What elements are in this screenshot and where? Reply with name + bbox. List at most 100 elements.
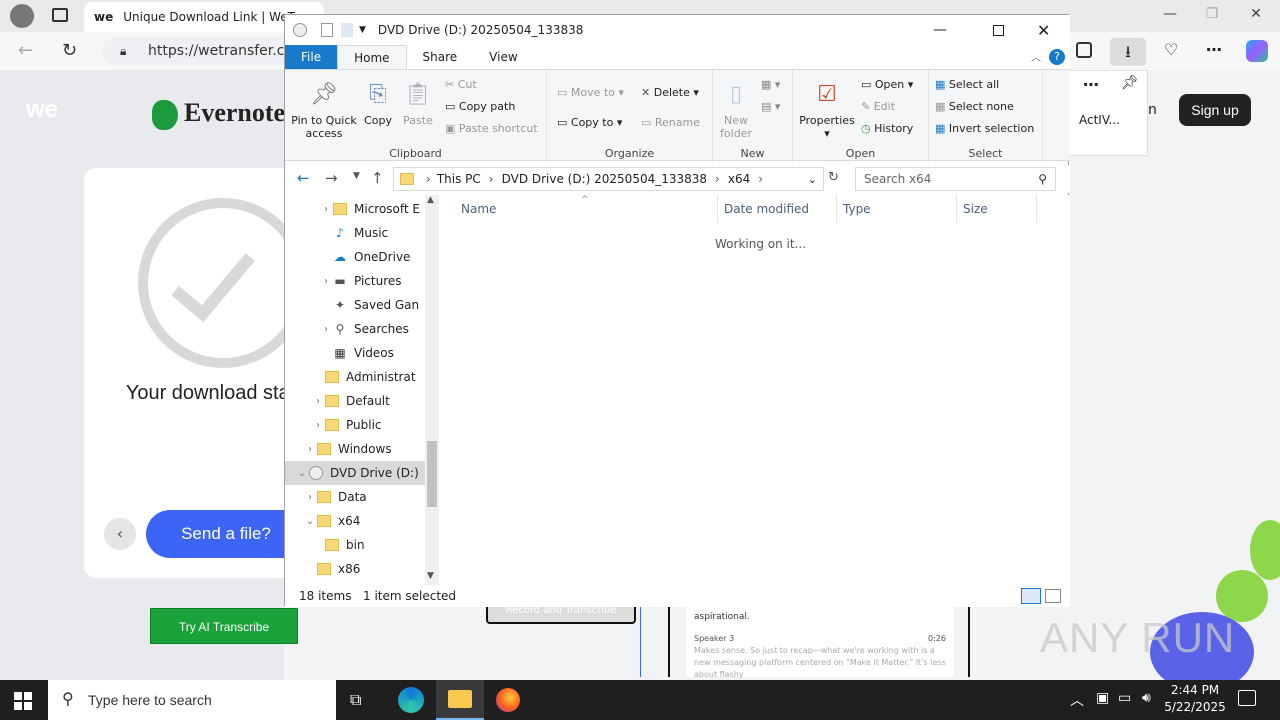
explorer-minimize-button[interactable]: — bbox=[933, 22, 947, 38]
column-size[interactable]: Size bbox=[957, 195, 1037, 223]
refresh-icon[interactable]: ↻ bbox=[828, 170, 839, 185]
copilot-icon[interactable] bbox=[1246, 40, 1268, 62]
select-none-button[interactable]: ▦ Select none bbox=[935, 100, 1014, 113]
nav-scroll-up[interactable]: ▲ bbox=[427, 195, 434, 205]
nav-up-icon[interactable]: ↑ bbox=[371, 169, 384, 187]
column-type[interactable]: Type bbox=[837, 195, 957, 223]
breadcrumb-x64[interactable]: x64 bbox=[728, 172, 750, 186]
nav-item[interactable]: x86 bbox=[285, 557, 425, 581]
expand-chevron-icon[interactable]: › bbox=[319, 204, 333, 215]
carousel-back-button[interactable]: ‹ bbox=[104, 518, 136, 550]
expand-chevron-icon[interactable]: › bbox=[311, 396, 325, 407]
edit-button[interactable]: ✎ Edit bbox=[861, 100, 895, 113]
copy-to-button[interactable]: ▭ Copy to ▾ bbox=[557, 116, 622, 129]
taskbar-clock[interactable]: 2:44 PM 5/22/2025 bbox=[1160, 682, 1230, 716]
nav-item[interactable]: › Windows bbox=[285, 437, 425, 461]
task-view-icon[interactable]: ⧉ bbox=[350, 690, 361, 710]
rename-button[interactable]: ▭ Rename bbox=[641, 116, 700, 129]
expand-chevron-icon[interactable]: › bbox=[303, 444, 317, 455]
address-dropdown-icon[interactable]: ⌄ bbox=[808, 173, 817, 186]
quick-access-properties-icon[interactable] bbox=[321, 23, 333, 37]
select-all-button[interactable]: ▦ Select all bbox=[935, 78, 999, 91]
expand-chevron-icon[interactable]: › bbox=[319, 324, 333, 335]
downloads-icon[interactable]: ⭳ bbox=[1110, 38, 1146, 66]
nav-item[interactable]: Administrat bbox=[285, 365, 425, 389]
nav-back-icon[interactable]: ← bbox=[297, 169, 310, 187]
expand-chevron-icon[interactable]: › bbox=[303, 492, 317, 503]
delete-button[interactable]: ✕ Delete ▾ bbox=[641, 86, 699, 99]
cut-button[interactable]: ✂ Cut bbox=[445, 78, 477, 91]
history-button[interactable]: ◷ History bbox=[861, 122, 913, 135]
pin-icon[interactable]: 📌︎ bbox=[1121, 75, 1139, 91]
tray-app-icon[interactable]: ▣ bbox=[1096, 690, 1109, 706]
nav-item[interactable]: bin bbox=[285, 533, 425, 557]
notifications-icon[interactable] bbox=[1238, 690, 1256, 706]
volume-icon[interactable]: 🔊︎ bbox=[1142, 690, 1151, 706]
more-icon[interactable]: ⋯ bbox=[1083, 75, 1099, 94]
nav-item[interactable]: › ▬ Pictures bbox=[285, 269, 425, 293]
send-file-button[interactable]: Send a file? bbox=[146, 510, 306, 558]
profile-icon[interactable] bbox=[10, 4, 34, 28]
quick-access-new-folder-icon[interactable] bbox=[341, 23, 353, 37]
tab-home[interactable]: Home bbox=[337, 45, 407, 69]
explorer-search-input[interactable]: Search x64 ⚲ bbox=[855, 167, 1056, 191]
breadcrumb-this-pc[interactable]: This PC bbox=[437, 172, 481, 186]
collections-icon[interactable] bbox=[1076, 42, 1092, 58]
nav-item[interactable]: › ⚲ Searches bbox=[285, 317, 425, 341]
pin-quick-access-button[interactable]: 📌︎ Pin to Quick access bbox=[289, 80, 359, 140]
browser-essentials-icon[interactable]: ♡ bbox=[1164, 40, 1178, 59]
more-menu-icon[interactable]: ⋯ bbox=[1206, 40, 1222, 59]
browser-minimize-button[interactable]: — bbox=[1150, 6, 1190, 26]
back-icon[interactable]: ← bbox=[18, 40, 33, 61]
nav-item[interactable]: ✦ Saved Gan bbox=[285, 293, 425, 317]
tab-view[interactable]: View bbox=[473, 45, 533, 69]
nav-scroll-thumb[interactable] bbox=[427, 441, 437, 507]
tab-share[interactable]: Share bbox=[407, 45, 474, 69]
recent-locations-icon[interactable]: ▼ bbox=[353, 171, 360, 181]
new-item-button[interactable]: ▦ ▾ bbox=[761, 78, 780, 91]
explorer-close-button[interactable]: ✕ bbox=[1037, 21, 1050, 40]
nav-item[interactable]: ☁ OneDrive bbox=[285, 245, 425, 269]
expand-chevron-icon[interactable]: › bbox=[311, 420, 325, 431]
invert-selection-button[interactable]: ▦ Invert selection bbox=[935, 122, 1034, 135]
browser-restore-button[interactable]: ❐ bbox=[1192, 6, 1232, 26]
refresh-icon[interactable]: ↻ bbox=[62, 40, 77, 61]
nav-item[interactable]: › Data bbox=[285, 485, 425, 509]
details-view-icon[interactable] bbox=[1021, 588, 1041, 604]
open-button[interactable]: ▭ Open ▾ bbox=[861, 78, 913, 91]
try-ai-transcribe-button[interactable]: Try AI Transcribe bbox=[150, 608, 298, 644]
paste-button[interactable]: 📋︎ Paste bbox=[401, 80, 435, 127]
paste-shortcut-button[interactable]: ▣ Paste shortcut bbox=[445, 122, 538, 135]
taskbar-search-input[interactable]: ⚲ Type here to search bbox=[48, 680, 336, 720]
copy-button[interactable]: ⎘ Copy bbox=[361, 80, 395, 127]
large-icons-view-icon[interactable] bbox=[1045, 589, 1061, 603]
nav-item[interactable]: ⌄ x64 bbox=[285, 509, 425, 533]
easy-access-button[interactable]: ▤ ▾ bbox=[761, 100, 780, 113]
expand-chevron-icon[interactable]: ⌄ bbox=[303, 516, 317, 527]
firefox-taskbar-icon[interactable] bbox=[496, 688, 520, 712]
nav-item[interactable]: › Microsoft E bbox=[285, 197, 425, 221]
copy-path-button[interactable]: ▭ Copy path bbox=[445, 100, 515, 113]
network-icon[interactable]: ▭ bbox=[1118, 690, 1131, 706]
help-icon[interactable]: ? bbox=[1049, 49, 1065, 65]
breadcrumb-dvd-drive[interactable]: DVD Drive (D:) 20250504_133838 bbox=[502, 172, 707, 186]
address-path[interactable]: › This PC › DVD Drive (D:) 20250504_1338… bbox=[393, 167, 824, 191]
nav-scrollbar[interactable]: ▲ ▼ bbox=[425, 195, 439, 585]
expand-chevron-icon[interactable]: › bbox=[319, 276, 333, 287]
nav-forward-icon[interactable]: → bbox=[325, 169, 338, 187]
browser-close-button[interactable]: ✕ bbox=[1236, 6, 1276, 26]
tab-actions-icon[interactable] bbox=[52, 8, 68, 22]
new-folder-button[interactable]: ▯ New folder bbox=[719, 80, 753, 140]
tray-chevron-icon[interactable]: ︿ bbox=[1070, 690, 1084, 710]
tab-file[interactable]: File bbox=[285, 45, 338, 69]
nav-item[interactable]: ⌄ DVD Drive (D:) bbox=[285, 461, 425, 485]
move-to-button[interactable]: ▭ Move to ▾ bbox=[557, 86, 624, 99]
explorer-taskbar-icon[interactable] bbox=[436, 680, 484, 720]
nav-scroll-down[interactable]: ▼ bbox=[427, 571, 434, 581]
nav-item[interactable]: › Public bbox=[285, 413, 425, 437]
edge-taskbar-icon[interactable] bbox=[398, 687, 424, 713]
quick-access-dropdown-icon[interactable]: ▼ bbox=[359, 25, 366, 35]
nav-item[interactable]: ♪ Music bbox=[285, 221, 425, 245]
column-date-modified[interactable]: Date modified bbox=[717, 195, 837, 223]
nav-item[interactable]: ▦ Videos bbox=[285, 341, 425, 365]
